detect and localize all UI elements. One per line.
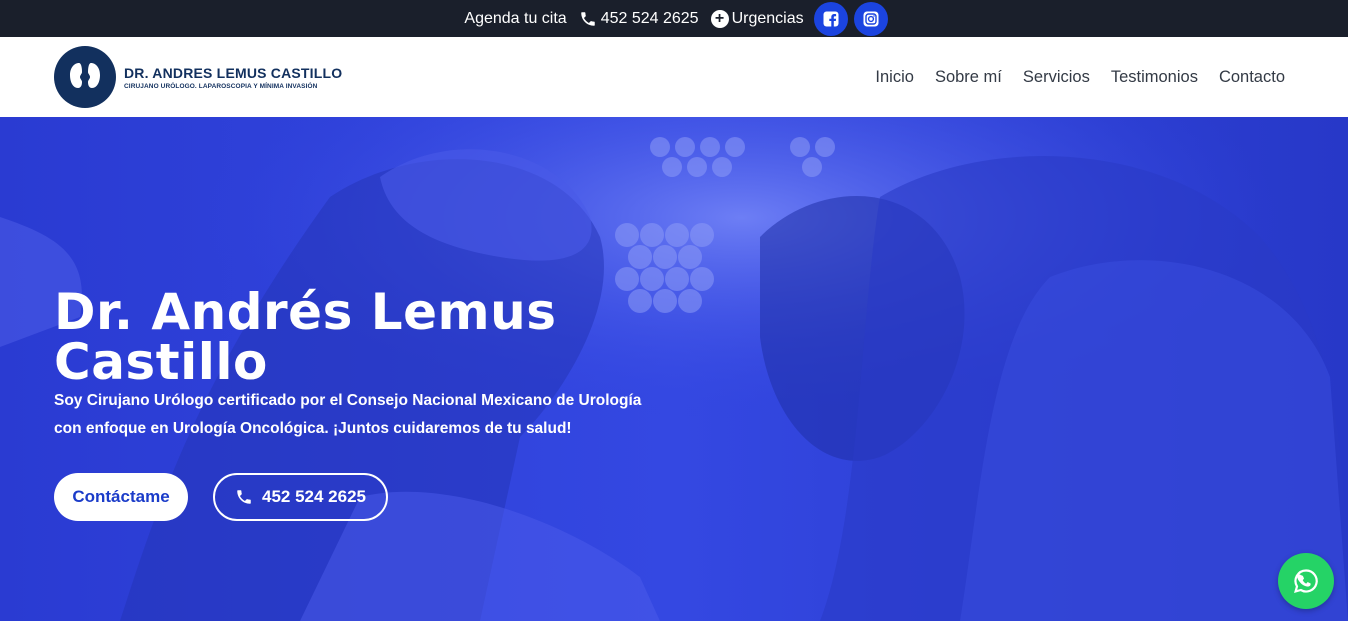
site-header: DR. ANDRES LEMUS CASTILLO CIRUJANO URÓLO… [0,37,1348,117]
urgencias-link[interactable]: + Urgencias [710,9,804,28]
phone-button-label: 452 524 2625 [262,487,366,506]
top-bar: Agenda tu cita 452 524 2625 + Urgencias [0,0,1348,37]
facebook-button[interactable] [813,1,848,36]
instagram-icon [863,11,879,26]
topbar-phone-number: 452 524 2625 [600,9,699,27]
phone-link[interactable]: 452 524 2625 [579,10,699,28]
phone-icon [237,490,251,504]
nav-sobre-mi[interactable]: Sobre mí [935,68,1002,87]
hero-subtitle-line-1: Soy Cirujano Urólogo certificado por el … [54,392,642,409]
hero-title: Dr. Andrés Lemus Castillo [54,287,674,387]
hero-section: Dr. Andrés Lemus Castillo Soy Cirujano U… [0,117,1348,621]
logo-emblem [54,46,116,108]
main-nav: Inicio Sobre mí Servicios Testimonios Co… [854,37,1285,117]
phone-icon [580,11,595,26]
instagram-button[interactable] [853,1,888,36]
logo-title: DR. ANDRES LEMUS CASTILLO [124,64,343,81]
hero-title-line-1: Dr. Andrés Lemus [54,283,557,341]
contact-button[interactable]: Contáctame [54,473,188,521]
hero-subtitle-line-2: con enfoque en Urología Oncológica. ¡Jun… [54,420,572,437]
nav-testimonios[interactable]: Testimonios [1111,68,1198,87]
agenda-label: Agenda tu cita [464,9,567,27]
site-logo[interactable]: DR. ANDRES LEMUS CASTILLO CIRUJANO URÓLO… [54,46,342,108]
facebook-icon [823,11,839,27]
phone-button[interactable]: 452 524 2625 [213,473,388,521]
nav-servicios[interactable]: Servicios [1023,68,1090,87]
hero-title-line-2: Castillo [54,333,268,391]
plus-circle-icon: + [710,9,729,28]
hero-subtitle: Soy Cirujano Urólogo certificado por el … [54,387,694,443]
nav-inicio[interactable]: Inicio [875,68,914,87]
nav-contacto[interactable]: Contacto [1219,68,1285,87]
kidneys-icon [70,63,100,91]
whatsapp-icon [1294,569,1318,593]
logo-subtitle: CIRUJANO URÓLOGO. LAPAROSCOPIA Y MÍNIMA … [124,82,318,90]
whatsapp-button[interactable] [1278,553,1334,609]
urgencias-label: Urgencias [731,9,804,27]
